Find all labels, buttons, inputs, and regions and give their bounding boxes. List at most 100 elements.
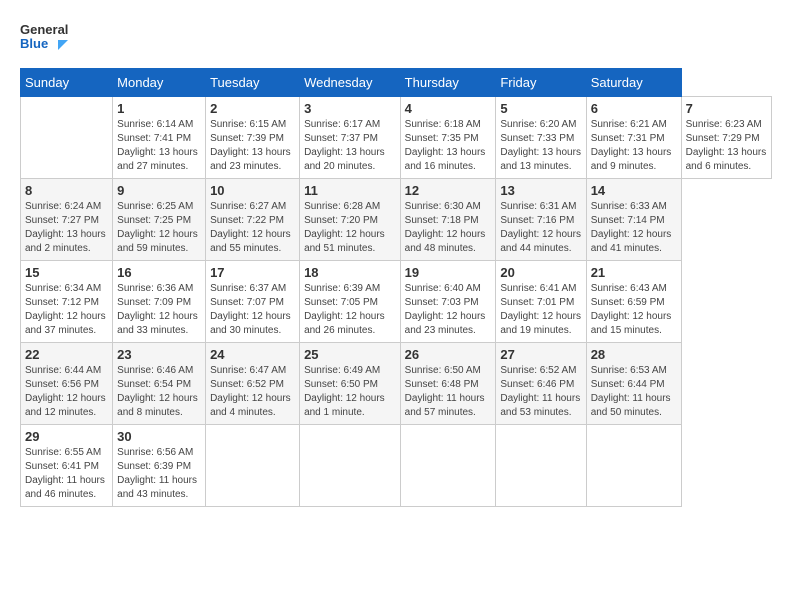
- calendar-cell: 10 Sunrise: 6:27 AMSunset: 7:22 PMDayligh…: [206, 179, 300, 261]
- day-number: 28: [591, 347, 677, 362]
- day-info: Sunrise: 6:56 AMSunset: 6:39 PMDaylight:…: [117, 446, 201, 502]
- day-info: Sunrise: 6:53 AMSunset: 6:44 PMDaylight:…: [591, 364, 677, 420]
- weekday-header-friday: Friday: [496, 69, 586, 97]
- day-number: 9: [117, 183, 201, 198]
- day-number: 10: [210, 183, 295, 198]
- day-info: Sunrise: 6:21 AMSunset: 7:31 PMDaylight:…: [591, 118, 677, 174]
- day-info: Sunrise: 6:36 AMSunset: 7:09 PMDaylight:…: [117, 282, 201, 338]
- day-number: 7: [686, 101, 767, 116]
- day-number: 14: [591, 183, 677, 198]
- day-info: Sunrise: 6:49 AMSunset: 6:50 PMDaylight:…: [304, 364, 396, 420]
- day-number: 25: [304, 347, 396, 362]
- day-info: Sunrise: 6:39 AMSunset: 7:05 PMDaylight:…: [304, 282, 396, 338]
- calendar-cell: 24 Sunrise: 6:47 AMSunset: 6:52 PMDayligh…: [206, 343, 300, 425]
- day-number: 26: [405, 347, 492, 362]
- day-info: Sunrise: 6:34 AMSunset: 7:12 PMDaylight:…: [25, 282, 108, 338]
- day-number: 30: [117, 429, 201, 444]
- calendar-cell: 5 Sunrise: 6:20 AMSunset: 7:33 PMDaylight…: [496, 97, 586, 179]
- calendar-cell: 28 Sunrise: 6:53 AMSunset: 6:44 PMDayligh…: [586, 343, 681, 425]
- calendar-cell: [206, 425, 300, 507]
- day-number: 23: [117, 347, 201, 362]
- day-info: Sunrise: 6:33 AMSunset: 7:14 PMDaylight:…: [591, 200, 677, 256]
- day-number: 6: [591, 101, 677, 116]
- day-number: 22: [25, 347, 108, 362]
- calendar-cell: [496, 425, 586, 507]
- calendar-cell: [300, 425, 401, 507]
- day-info: Sunrise: 6:17 AMSunset: 7:37 PMDaylight:…: [304, 118, 396, 174]
- weekday-header-saturday: Saturday: [586, 69, 681, 97]
- logo: General Blue: [20, 18, 68, 60]
- day-number: 20: [500, 265, 581, 280]
- calendar-cell: 23 Sunrise: 6:46 AMSunset: 6:54 PMDayligh…: [113, 343, 206, 425]
- day-number: 21: [591, 265, 677, 280]
- day-info: Sunrise: 6:28 AMSunset: 7:20 PMDaylight:…: [304, 200, 396, 256]
- calendar: SundayMondayTuesdayWednesdayThursdayFrid…: [20, 68, 772, 507]
- day-number: 13: [500, 183, 581, 198]
- calendar-cell: 13Sunrise: 6:31 AMSunset: 7:16 PMDayligh…: [496, 179, 586, 261]
- day-info: Sunrise: 6:44 AMSunset: 6:56 PMDaylight:…: [25, 364, 108, 420]
- weekday-header-wednesday: Wednesday: [300, 69, 401, 97]
- calendar-cell: 25 Sunrise: 6:49 AMSunset: 6:50 PMDayligh…: [300, 343, 401, 425]
- weekday-header-thursday: Thursday: [400, 69, 496, 97]
- day-number: 24: [210, 347, 295, 362]
- day-info: Sunrise: 6:20 AMSunset: 7:33 PMDaylight:…: [500, 118, 581, 174]
- day-number: 12: [405, 183, 492, 198]
- day-number: 19: [405, 265, 492, 280]
- day-number: 17: [210, 265, 295, 280]
- day-info: Sunrise: 6:50 AMSunset: 6:48 PMDaylight:…: [405, 364, 492, 420]
- empty-cell: [21, 97, 113, 179]
- day-number: 8: [25, 183, 108, 198]
- calendar-cell: 26 Sunrise: 6:50 AMSunset: 6:48 PMDayligh…: [400, 343, 496, 425]
- calendar-cell: 6 Sunrise: 6:21 AMSunset: 7:31 PMDaylight…: [586, 97, 681, 179]
- calendar-cell: 30 Sunrise: 6:56 AMSunset: 6:39 PMDayligh…: [113, 425, 206, 507]
- day-info: Sunrise: 6:46 AMSunset: 6:54 PMDaylight:…: [117, 364, 201, 420]
- calendar-cell: 7 Sunrise: 6:23 AMSunset: 7:29 PMDaylight…: [681, 97, 771, 179]
- day-info: Sunrise: 6:30 AMSunset: 7:18 PMDaylight:…: [405, 200, 492, 256]
- day-number: 27: [500, 347, 581, 362]
- calendar-cell: 22 Sunrise: 6:44 AMSunset: 6:56 PMDayligh…: [21, 343, 113, 425]
- calendar-cell: 15 Sunrise: 6:34 AMSunset: 7:12 PMDayligh…: [21, 261, 113, 343]
- logo-icon: General Blue: [20, 18, 68, 60]
- day-info: Sunrise: 6:37 AMSunset: 7:07 PMDaylight:…: [210, 282, 295, 338]
- day-info: Sunrise: 6:47 AMSunset: 6:52 PMDaylight:…: [210, 364, 295, 420]
- calendar-cell: 11 Sunrise: 6:28 AMSunset: 7:20 PMDayligh…: [300, 179, 401, 261]
- day-info: Sunrise: 6:18 AMSunset: 7:35 PMDaylight:…: [405, 118, 492, 174]
- day-number: 18: [304, 265, 396, 280]
- calendar-cell: [400, 425, 496, 507]
- calendar-cell: 18 Sunrise: 6:39 AMSunset: 7:05 PMDayligh…: [300, 261, 401, 343]
- day-number: 2: [210, 101, 295, 116]
- calendar-cell: 8 Sunrise: 6:24 AMSunset: 7:27 PMDaylight…: [21, 179, 113, 261]
- day-info: Sunrise: 6:55 AMSunset: 6:41 PMDaylight:…: [25, 446, 108, 502]
- day-info: Sunrise: 6:15 AMSunset: 7:39 PMDaylight:…: [210, 118, 295, 174]
- weekday-header-sunday: Sunday: [21, 69, 113, 97]
- day-info: Sunrise: 6:40 AMSunset: 7:03 PMDaylight:…: [405, 282, 492, 338]
- calendar-cell: 21 Sunrise: 6:43 AMSunset: 6:59 PMDayligh…: [586, 261, 681, 343]
- calendar-cell: 17 Sunrise: 6:37 AMSunset: 7:07 PMDayligh…: [206, 261, 300, 343]
- calendar-cell: 27Sunrise: 6:52 AMSunset: 6:46 PMDayligh…: [496, 343, 586, 425]
- calendar-cell: 12 Sunrise: 6:30 AMSunset: 7:18 PMDayligh…: [400, 179, 496, 261]
- day-number: 11: [304, 183, 396, 198]
- calendar-cell: 16 Sunrise: 6:36 AMSunset: 7:09 PMDayligh…: [113, 261, 206, 343]
- svg-text:Blue: Blue: [20, 36, 48, 51]
- day-info: Sunrise: 6:43 AMSunset: 6:59 PMDaylight:…: [591, 282, 677, 338]
- calendar-cell: 4 Sunrise: 6:18 AMSunset: 7:35 PMDaylight…: [400, 97, 496, 179]
- calendar-cell: 14 Sunrise: 6:33 AMSunset: 7:14 PMDayligh…: [586, 179, 681, 261]
- calendar-cell: 29Sunrise: 6:55 AMSunset: 6:41 PMDayligh…: [21, 425, 113, 507]
- weekday-header-monday: Monday: [113, 69, 206, 97]
- calendar-cell: 1 Sunrise: 6:14 AMSunset: 7:41 PMDaylight…: [113, 97, 206, 179]
- day-info: Sunrise: 6:41 AMSunset: 7:01 PMDaylight:…: [500, 282, 581, 338]
- day-info: Sunrise: 6:23 AMSunset: 7:29 PMDaylight:…: [686, 118, 767, 174]
- weekday-header-tuesday: Tuesday: [206, 69, 300, 97]
- day-info: Sunrise: 6:24 AMSunset: 7:27 PMDaylight:…: [25, 200, 108, 256]
- day-number: 5: [500, 101, 581, 116]
- day-number: 4: [405, 101, 492, 116]
- svg-text:General: General: [20, 22, 68, 37]
- day-info: Sunrise: 6:27 AMSunset: 7:22 PMDaylight:…: [210, 200, 295, 256]
- day-number: 15: [25, 265, 108, 280]
- day-number: 1: [117, 101, 201, 116]
- day-number: 3: [304, 101, 396, 116]
- calendar-cell: 2 Sunrise: 6:15 AMSunset: 7:39 PMDaylight…: [206, 97, 300, 179]
- day-number: 16: [117, 265, 201, 280]
- day-info: Sunrise: 6:14 AMSunset: 7:41 PMDaylight:…: [117, 118, 201, 174]
- calendar-cell: 3 Sunrise: 6:17 AMSunset: 7:37 PMDaylight…: [300, 97, 401, 179]
